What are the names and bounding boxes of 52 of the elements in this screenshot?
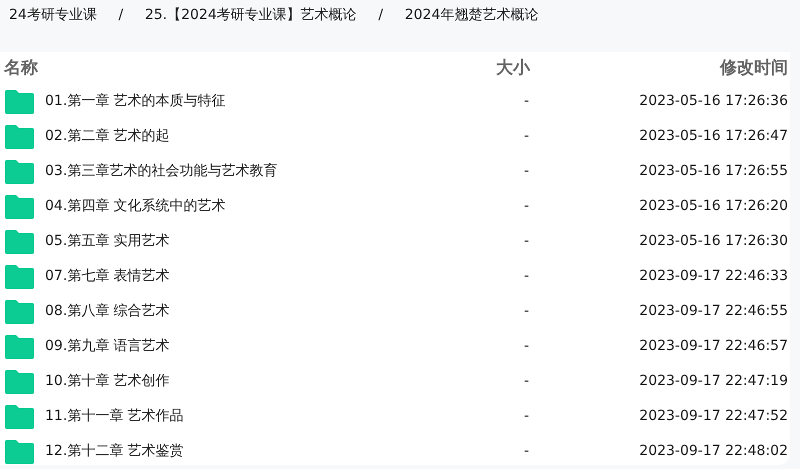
modified-time: 2023-09-17 22:47:19	[639, 373, 788, 389]
folder-icon	[5, 440, 34, 464]
modified-time: 2023-05-16 17:26:20	[639, 198, 788, 214]
file-size: -	[524, 128, 529, 144]
modified-time: 2023-09-17 22:46:33	[639, 268, 788, 284]
file-size: -	[524, 198, 529, 214]
modified-time: 2023-09-17 22:46:57	[639, 338, 788, 354]
file-name[interactable]: 04.第四章 文化系统中的艺术	[45, 196, 226, 217]
breadcrumb-link[interactable]: 25.【2024考研专业课】艺术概论	[144, 4, 357, 26]
file-name[interactable]: 03.第三章艺术的社会功能与艺术教育	[45, 161, 278, 182]
modified-time: 2023-05-16 17:26:47	[639, 128, 788, 144]
folder-icon	[5, 264, 34, 288]
modified-time: 2023-05-16 17:26:36	[639, 93, 788, 109]
file-name[interactable]: 07.第七章 表情艺术	[45, 266, 170, 287]
folder-icon	[5, 124, 34, 148]
file-name[interactable]: 11.第十一章 艺术作品	[45, 406, 184, 427]
file-name[interactable]: 09.第九章 语言艺术	[45, 336, 170, 357]
column-header[interactable]: 名称	[4, 58, 38, 78]
folder-icon	[5, 334, 34, 358]
file-size: -	[524, 443, 529, 459]
file-size: -	[524, 163, 529, 179]
modified-time: 2023-05-16 17:26:55	[639, 163, 788, 179]
folder-icon	[5, 404, 34, 428]
breadcrumb-link[interactable]: 2024年翘楚艺术概论	[404, 4, 538, 26]
file-size: -	[524, 373, 529, 389]
file-size: -	[524, 408, 529, 424]
column-header[interactable]: 大小	[496, 58, 530, 78]
folder-icon	[5, 300, 34, 324]
folder-icon	[5, 370, 34, 394]
file-size: -	[524, 303, 529, 319]
modified-time: 2023-09-17 22:46:55	[639, 303, 788, 319]
modified-time: 2023-05-16 17:26:30	[639, 233, 788, 249]
file-size: -	[524, 338, 529, 354]
file-size: -	[524, 93, 529, 109]
file-name[interactable]: 12.第十二章 艺术鉴赏	[45, 441, 184, 462]
modified-time: 2023-09-17 22:47:52	[639, 408, 788, 424]
file-name[interactable]: 02.第二章 艺术的起	[45, 126, 170, 147]
folder-icon	[5, 230, 34, 254]
column-header[interactable]: 修改时间	[720, 58, 788, 78]
file-name[interactable]: 05.第五章 实用艺术	[45, 231, 170, 252]
modified-time: 2023-09-17 22:48:02	[639, 443, 788, 459]
breadcrumb-separator: /	[117, 6, 124, 24]
file-name[interactable]: 10.第十章 艺术创作	[45, 371, 170, 392]
breadcrumb-separator: /	[377, 6, 384, 24]
file-size: -	[524, 268, 529, 284]
file-size: -	[524, 233, 529, 249]
file-name[interactable]: 01.第一章 艺术的本质与特征	[45, 91, 226, 112]
file-name[interactable]: 08.第八章 综合艺术	[45, 301, 170, 322]
folder-icon	[5, 90, 34, 114]
folder-icon	[5, 160, 34, 184]
folder-icon	[5, 194, 34, 218]
breadcrumb-link[interactable]: 24考研专业课	[9, 4, 97, 26]
